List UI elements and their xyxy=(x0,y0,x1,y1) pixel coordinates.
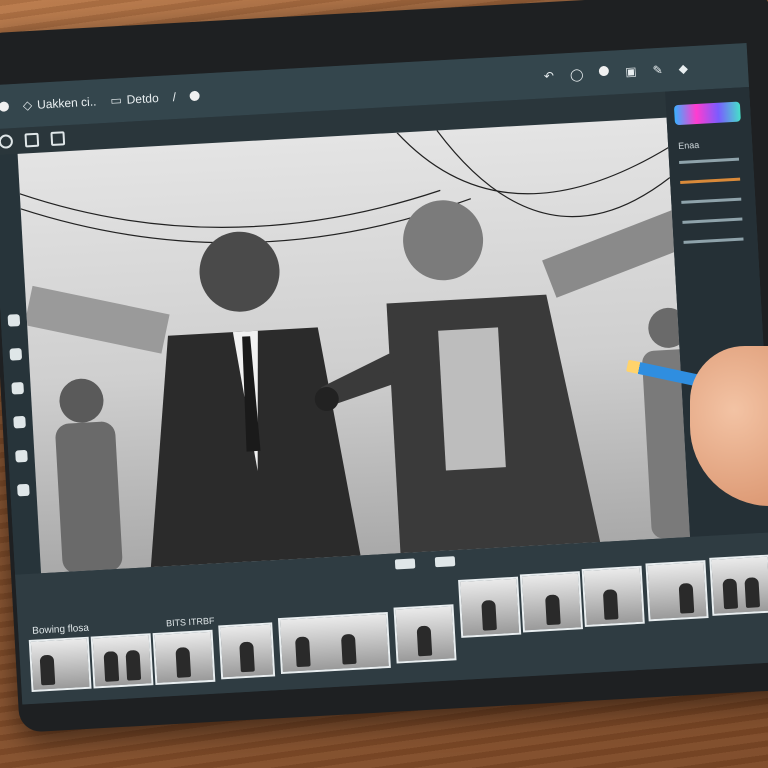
frame-thumbnail[interactable] xyxy=(581,565,645,627)
overpass-left xyxy=(24,285,170,354)
thumb-figure xyxy=(39,654,56,686)
frame-thumbnail[interactable] xyxy=(90,633,154,689)
thumb-figure xyxy=(295,636,311,668)
property-slider[interactable] xyxy=(680,177,741,184)
thumb-figure xyxy=(481,599,497,631)
frame-thumbnail[interactable] xyxy=(28,636,92,692)
circle-tool-icon[interactable] xyxy=(0,134,14,149)
frame-thumbnail[interactable] xyxy=(519,571,584,633)
figure-soldier-left xyxy=(55,378,123,574)
thumb-figure xyxy=(103,651,120,682)
arrow-icon: ◇ xyxy=(22,98,33,113)
pen-tool-button[interactable]: / xyxy=(172,90,176,104)
drop-icon: ◯ xyxy=(569,67,584,82)
blend-tool-icon[interactable] xyxy=(11,381,25,395)
thumb-figure xyxy=(340,633,357,665)
thumb-figure xyxy=(678,582,695,614)
frame-thumbnail[interactable] xyxy=(709,554,768,616)
brush-tool-icon[interactable] xyxy=(7,314,21,327)
square-tool-icon[interactable] xyxy=(24,132,40,148)
thumb-figure xyxy=(239,641,255,673)
tool-button[interactable]: ◯ xyxy=(570,67,584,82)
property-slider[interactable] xyxy=(682,217,743,224)
menu-dot-icon[interactable] xyxy=(0,101,10,112)
filmstrip-label: Bowing flosa xyxy=(31,622,90,637)
drawing-canvas[interactable] xyxy=(17,117,691,574)
frame-thumbnail[interactable] xyxy=(277,611,391,675)
color-palette-swatch[interactable] xyxy=(673,101,741,126)
right-panel-label: Enaa xyxy=(677,139,700,152)
thumb-figure xyxy=(744,577,761,608)
image-button[interactable]: ▣ xyxy=(625,64,637,79)
clipboard-icon[interactable] xyxy=(50,131,66,147)
image-icon: ▣ xyxy=(624,64,638,79)
folder-icon: ▭ xyxy=(109,93,123,108)
frame-thumbnail[interactable] xyxy=(458,576,522,638)
eraser-icon: ◆ xyxy=(678,61,689,76)
color-dot-icon[interactable] xyxy=(189,90,201,102)
thumb-figure xyxy=(602,589,619,620)
toolbar-item-detdo[interactable]: ▭ Detdo xyxy=(110,91,159,108)
thumb-figure xyxy=(125,649,142,681)
smudge-tool-icon[interactable] xyxy=(9,347,23,361)
eraser-button[interactable]: ◆ xyxy=(678,61,688,75)
toolbar-item-file[interactable]: ◇ Uakken ci.. xyxy=(23,94,97,112)
filmstrip-control-chip[interactable] xyxy=(394,558,416,570)
pen-icon: / xyxy=(172,89,177,105)
frame-thumbnail[interactable] xyxy=(393,604,457,664)
thumb-figure xyxy=(416,625,433,657)
frame-thumbnail[interactable] xyxy=(218,622,276,680)
undo-icon: ↶ xyxy=(543,68,555,84)
thumb-figure xyxy=(545,594,561,626)
fill-tool-icon[interactable] xyxy=(15,449,28,463)
toolbar-item-file-label: Uakken ci.. xyxy=(36,94,97,112)
layers-tool-icon[interactable] xyxy=(17,483,30,497)
property-slider[interactable] xyxy=(681,197,742,204)
thumb-figure xyxy=(175,647,192,678)
frame-thumbnail[interactable] xyxy=(645,560,709,622)
illustration-scene xyxy=(19,130,691,574)
brush-button[interactable]: ✎ xyxy=(652,63,663,78)
filmstrip-tag: BITS ITRBF xyxy=(165,615,215,629)
toolbar-right-group: ↶ ◯ ▣ ✎ ◆ xyxy=(544,58,749,83)
toolbar-item-detdo-label: Detdo xyxy=(126,90,160,107)
thumb-figure xyxy=(722,578,739,610)
property-slider[interactable] xyxy=(679,157,740,164)
property-slider[interactable] xyxy=(683,237,744,244)
brush-icon: ✎ xyxy=(652,62,664,78)
lasso-tool-icon[interactable] xyxy=(13,415,26,429)
frame-thumbnail[interactable] xyxy=(152,629,216,686)
record-dot-icon[interactable] xyxy=(598,65,610,77)
undo-button[interactable]: ↶ xyxy=(544,69,555,84)
filmstrip-control-chip[interactable] xyxy=(434,556,456,568)
